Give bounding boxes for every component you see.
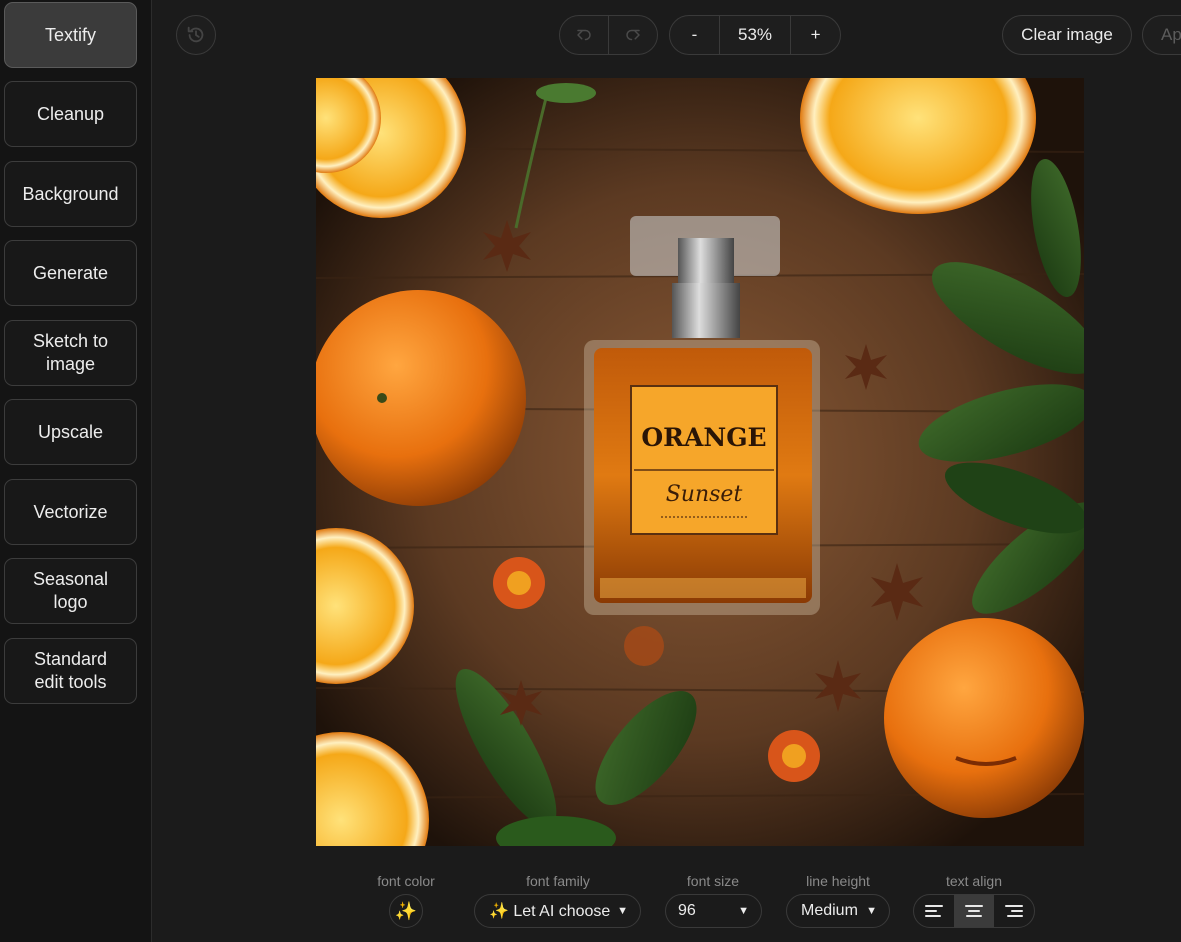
redo-button[interactable] bbox=[608, 16, 657, 54]
tool-background-button[interactable]: Background bbox=[4, 161, 137, 227]
redo-icon bbox=[626, 29, 640, 41]
tool-sketch-to-image-button[interactable]: Sketch to image bbox=[4, 320, 137, 386]
font-color-button[interactable]: ✨ bbox=[389, 894, 423, 928]
align-right-icon bbox=[1005, 905, 1023, 917]
font-family-label: font family bbox=[526, 873, 590, 889]
tool-label: Seasonal logo bbox=[32, 569, 109, 612]
zoom-control: - 53% + bbox=[669, 15, 841, 55]
tool-textify-button[interactable]: Textify bbox=[4, 2, 137, 68]
tool-generate-button[interactable]: Generate bbox=[4, 240, 137, 306]
font-family-value: ✨ Let AI choose bbox=[489, 903, 611, 920]
sparkle-icon: ✨ bbox=[394, 900, 418, 921]
apply-button[interactable]: Ap bbox=[1142, 15, 1181, 55]
chevron-down-icon: ▼ bbox=[738, 905, 749, 917]
align-left-button[interactable] bbox=[914, 895, 954, 927]
zoom-in-button[interactable]: + bbox=[791, 16, 840, 54]
chevron-down-icon: ▼ bbox=[617, 905, 628, 917]
tool-seasonal-logo-button[interactable]: Seasonal logo bbox=[4, 558, 137, 624]
font-size-select[interactable]: 96 ▼ bbox=[665, 894, 762, 928]
undo-redo-group bbox=[559, 15, 658, 55]
tool-label: Vectorize bbox=[33, 501, 108, 522]
tool-vectorize-button[interactable]: Vectorize bbox=[4, 479, 137, 545]
perfume-product-image: ORANGE Sunset bbox=[316, 78, 1084, 846]
zoom-level: 53% bbox=[718, 16, 792, 54]
line-height-label: line height bbox=[806, 873, 870, 889]
tool-upscale-button[interactable]: Upscale bbox=[4, 399, 137, 465]
tool-label: Upscale bbox=[37, 421, 104, 442]
align-right-button[interactable] bbox=[994, 895, 1034, 927]
history-button[interactable] bbox=[176, 15, 216, 55]
chevron-down-icon: ▼ bbox=[866, 905, 877, 917]
text-align-label: text align bbox=[945, 873, 1003, 889]
label-subtitle-text: Sunset bbox=[666, 482, 743, 507]
tool-label: Textify bbox=[44, 24, 96, 45]
font-size-label: font size bbox=[686, 873, 740, 889]
align-left-icon bbox=[925, 905, 943, 917]
font-color-label: font color bbox=[377, 873, 435, 889]
zoom-out-button[interactable]: - bbox=[670, 16, 719, 54]
tool-sidebar: Textify Cleanup Background Generate Sket… bbox=[0, 0, 152, 942]
line-height-value: Medium bbox=[801, 902, 858, 919]
image-canvas[interactable]: ORANGE Sunset bbox=[316, 78, 1084, 846]
font-size-value: 96 bbox=[678, 902, 696, 919]
tool-label: Cleanup bbox=[36, 103, 105, 124]
align-center-button[interactable] bbox=[954, 895, 994, 927]
tool-cleanup-button[interactable]: Cleanup bbox=[4, 81, 137, 147]
text-align-group bbox=[913, 894, 1035, 928]
label-title-text: ORANGE bbox=[641, 423, 766, 452]
history-icon bbox=[187, 26, 204, 43]
font-family-select[interactable]: ✨ Let AI choose ▼ bbox=[474, 894, 641, 928]
tool-label: Background bbox=[22, 183, 119, 204]
undo-icon bbox=[577, 29, 591, 41]
clear-image-button[interactable]: Clear image bbox=[1002, 15, 1132, 55]
align-center-icon bbox=[965, 905, 983, 917]
tool-standard-edit-tools-button[interactable]: Standard edit tools bbox=[4, 638, 137, 704]
tool-label: Sketch to image bbox=[32, 331, 109, 374]
line-height-select[interactable]: Medium ▼ bbox=[786, 894, 890, 928]
tool-label: Standard edit tools bbox=[33, 649, 108, 692]
undo-button[interactable] bbox=[560, 16, 608, 54]
tool-label: Generate bbox=[32, 262, 109, 283]
